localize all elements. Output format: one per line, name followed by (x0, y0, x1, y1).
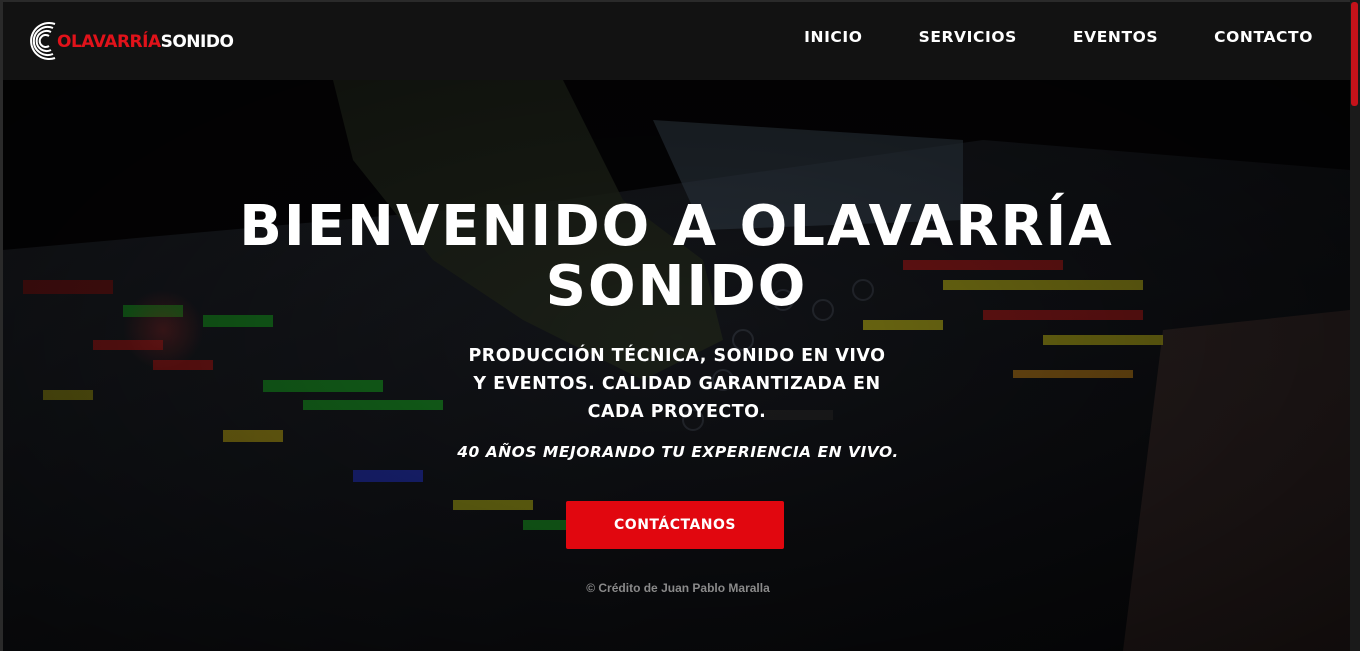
page-scrollbar[interactable] (1350, 0, 1360, 651)
logo-text-white: SONIDO (160, 32, 234, 52)
site-logo[interactable]: OLAVARRÍASONIDO (25, 18, 234, 64)
nav-link-contacto[interactable]: CONTACTO (1214, 28, 1313, 46)
contact-us-button[interactable]: CONTÁCTANOS (566, 501, 784, 549)
hero-title-line1: BIENVENIDO A OLAVARRÍA (239, 194, 1114, 259)
hero-subtitle-line1: PRODUCCIÓN TÉCNICA, SONIDO EN VIVO (468, 346, 886, 366)
hero-subtitle: PRODUCCIÓN TÉCNICA, SONIDO EN VIVO Y EVE… (377, 342, 977, 426)
logo-text-red: OLAVARRÍA (57, 32, 161, 52)
nav-link-eventos[interactable]: EVENTOS (1073, 28, 1158, 46)
hero-subtitle-line2: Y EVENTOS. CALIDAD GARANTIZADA EN (473, 374, 881, 394)
hero-subtitle-line3: CADA PROYECTO. (587, 402, 767, 422)
main-nav: INICIO SERVICIOS EVENTOS CONTACTO (804, 28, 1313, 46)
scrollbar-thumb[interactable] (1351, 2, 1358, 106)
nav-link-inicio[interactable]: INICIO (804, 28, 862, 46)
hero-section: BIENVENIDO A OLAVARRÍA SONIDO PRODUCCIÓN… (3, 80, 1350, 651)
nav-link-servicios[interactable]: SERVICIOS (919, 28, 1017, 46)
hero-tagline: 40 AÑOS MEJORANDO TU EXPERIENCIA EN VIVO… (457, 443, 899, 461)
hero-title-line2: SONIDO (545, 254, 808, 319)
site-header: OLAVARRÍASONIDO INICIO SERVICIOS EVENTOS… (3, 0, 1350, 80)
logo-wordmark: OLAVARRÍASONIDO (57, 32, 234, 52)
browser-viewport: OLAVARRÍASONIDO INICIO SERVICIOS EVENTOS… (0, 0, 1350, 651)
hero-title: BIENVENIDO A OLAVARRÍA SONIDO (3, 197, 1350, 317)
photo-credit: © Crédito de Juan Pablo Maralla (586, 581, 770, 595)
